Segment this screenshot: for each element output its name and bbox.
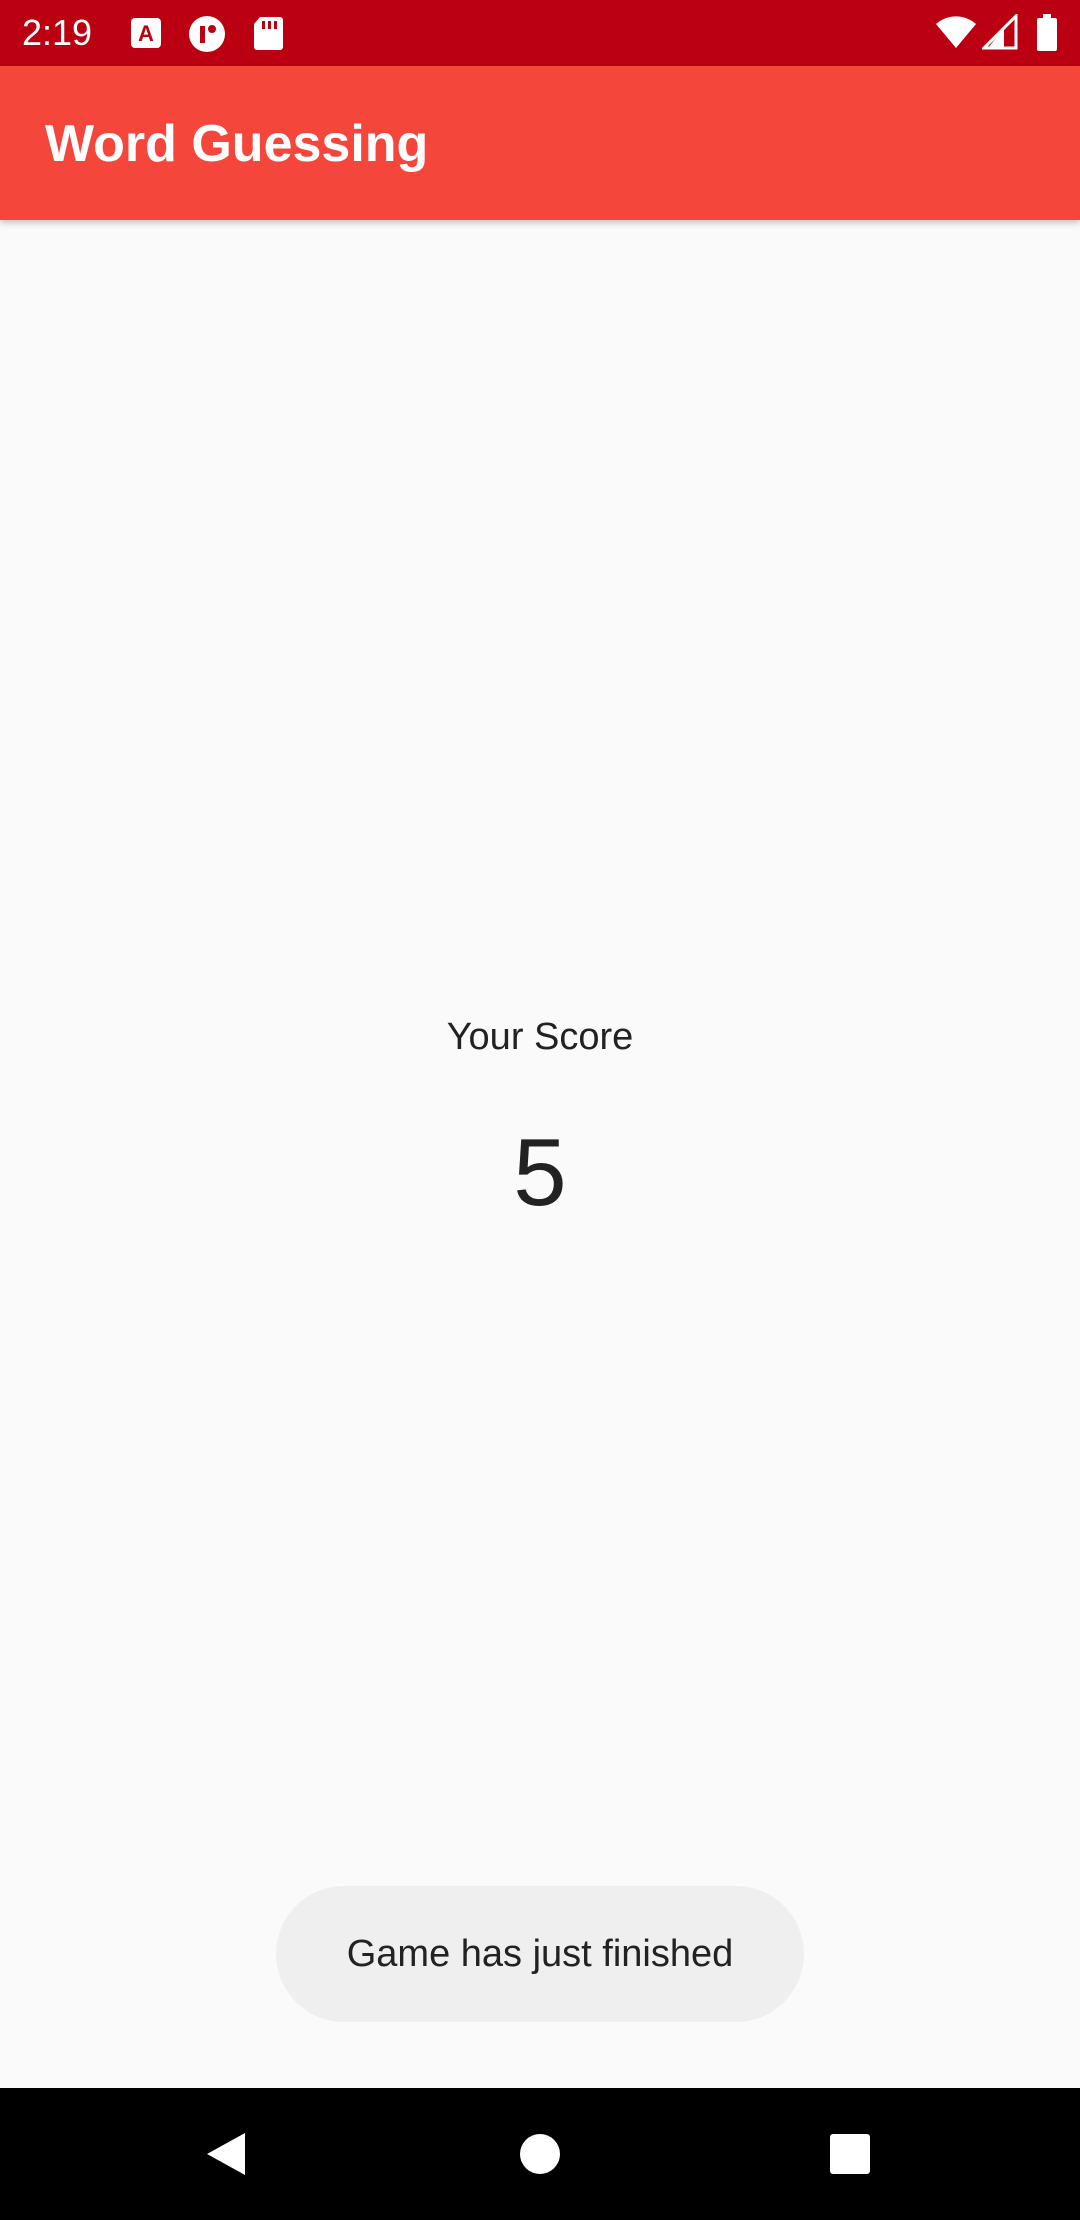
status-bar: 2:19 A (0, 0, 1080, 66)
screen: 2:19 A Word Guessing Your Score 5 Game h… (0, 0, 1080, 2220)
wifi-icon (934, 14, 978, 52)
navigation-bar (0, 2088, 1080, 2220)
back-icon (207, 2133, 245, 2175)
signal-icon (980, 12, 1018, 52)
home-icon (520, 2134, 560, 2174)
a-letter-icon: A (128, 15, 164, 51)
sd-card-icon (252, 15, 288, 51)
status-time: 2:19 (22, 12, 93, 53)
recents-button[interactable] (760, 2088, 940, 2220)
score-value: 5 (513, 1119, 567, 1226)
app-bar: Word Guessing (0, 66, 1080, 220)
back-button[interactable] (136, 2088, 316, 2220)
toast-message: Game has just finished (276, 1886, 804, 2022)
home-button[interactable] (450, 2088, 630, 2220)
recents-icon (830, 2134, 870, 2174)
app-title: Word Guessing (45, 115, 429, 173)
score-label: Your Score (446, 1016, 634, 1058)
svg-text:A: A (138, 21, 154, 46)
circle-app-icon (188, 15, 225, 52)
battery-icon (1036, 14, 1058, 52)
